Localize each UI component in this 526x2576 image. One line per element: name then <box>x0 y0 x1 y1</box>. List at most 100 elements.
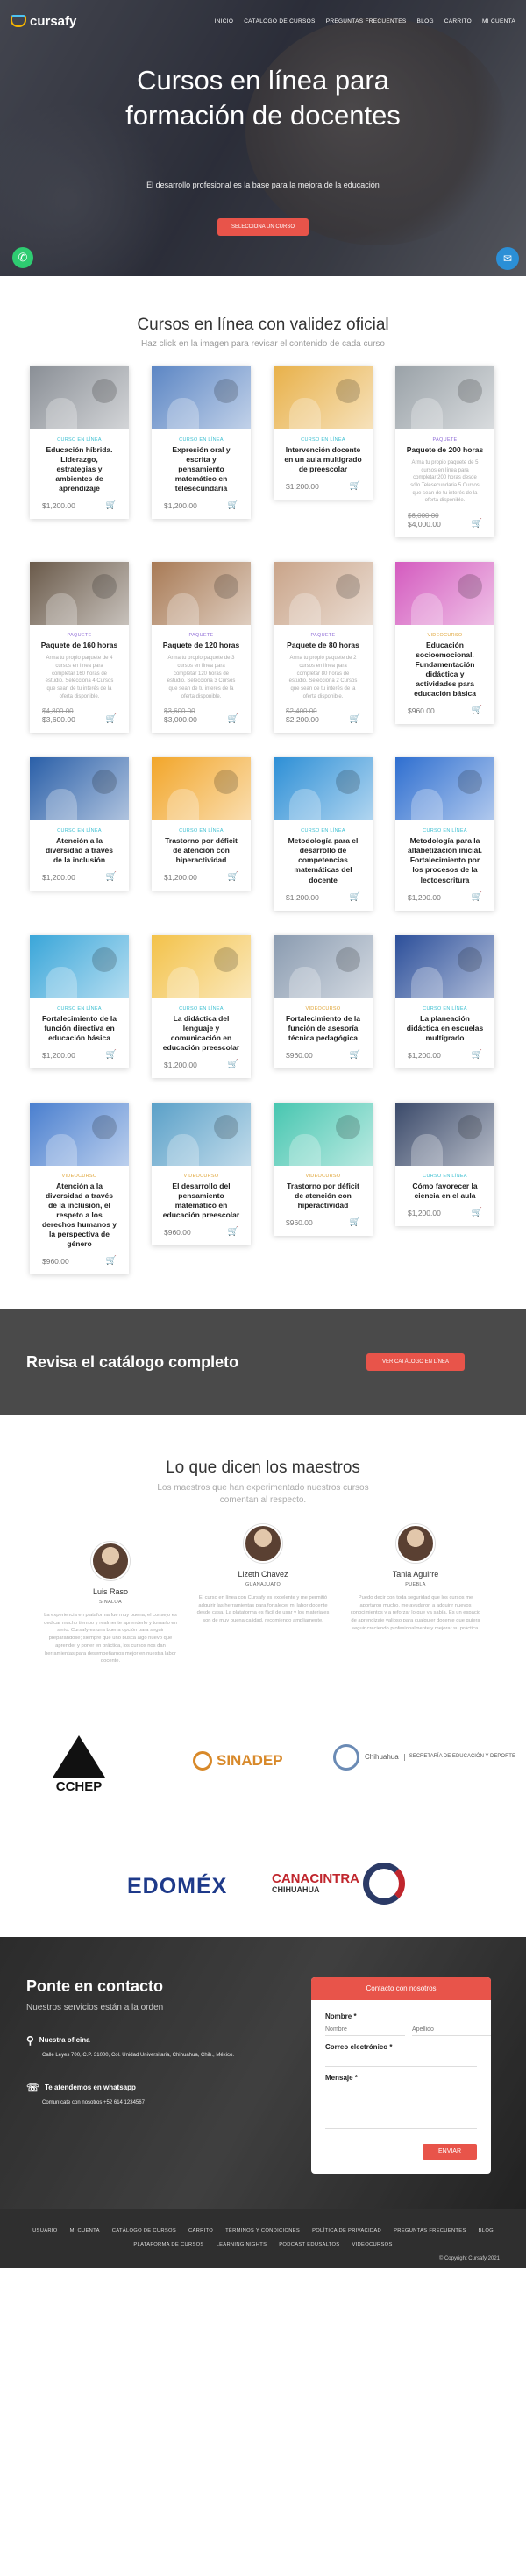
course-title[interactable]: Metodología para el desarrollo de compet… <box>274 834 373 884</box>
course-thumbnail[interactable] <box>30 934 129 998</box>
add-to-cart-icon[interactable]: 🛒 <box>228 1060 238 1069</box>
course-card[interactable]: VIDEOCURSO El desarrollo del pensamiento … <box>152 1102 251 1245</box>
footer-link-terminos[interactable]: TÉRMINOS Y CONDICIONES <box>225 2228 300 2233</box>
select-course-button[interactable]: SELECCIONA UN CURSO <box>217 218 309 236</box>
course-card[interactable]: PAQUETE Paquete de 80 horas Arma tu propio… <box>274 562 373 734</box>
nav-item-carrito[interactable]: CARRITO <box>444 18 472 25</box>
course-title[interactable]: Paquete de 160 horas <box>30 638 129 650</box>
course-thumbnail[interactable] <box>395 366 494 429</box>
chat-icon[interactable]: ✉ <box>496 247 519 270</box>
course-thumbnail[interactable] <box>30 1102 129 1166</box>
footer-link-learning-nights[interactable]: LEARNING NIGHTS <box>217 2242 267 2247</box>
course-thumbnail[interactable] <box>395 1102 494 1166</box>
footer-link-privacidad[interactable]: POLÍTICA DE PRIVACIDAD <box>312 2228 381 2233</box>
add-to-cart-icon[interactable]: 🛒 <box>350 1050 360 1060</box>
add-to-cart-icon[interactable]: 🛒 <box>472 892 482 902</box>
course-card[interactable]: CURSO EN LÍNEA La planeación didáctica en… <box>395 934 494 1068</box>
add-to-cart-icon[interactable]: 🛒 <box>106 1050 117 1060</box>
course-thumbnail[interactable] <box>30 366 129 429</box>
course-thumbnail[interactable] <box>152 562 251 626</box>
course-thumbnail[interactable] <box>274 934 373 998</box>
course-card[interactable]: VIDEOCURSO Atención a la diversidad a tra… <box>30 1102 129 1275</box>
course-thumbnail[interactable] <box>274 366 373 429</box>
course-card[interactable]: CURSO EN LÍNEA Atención a la diversidad a… <box>30 757 129 891</box>
course-title[interactable]: Atención a la diversidad a través de la … <box>30 834 129 865</box>
course-thumbnail[interactable] <box>274 1102 373 1166</box>
course-thumbnail[interactable] <box>152 366 251 429</box>
email-field[interactable] <box>325 2054 477 2067</box>
add-to-cart-icon[interactable]: 🛒 <box>350 481 360 491</box>
course-thumbnail[interactable] <box>395 934 494 998</box>
add-to-cart-icon[interactable]: 🛒 <box>472 1208 482 1217</box>
footer-link-carrito[interactable]: CARRITO <box>188 2228 213 2233</box>
course-title[interactable]: Paquete de 80 horas <box>274 638 373 650</box>
course-title[interactable]: Expresión oral y escrita y pensamiento m… <box>152 443 251 493</box>
footer-link-catalogo[interactable]: CATÁLOGO DE CURSOS <box>112 2228 176 2233</box>
course-card[interactable]: CURSO EN LÍNEA Expresión oral y escrita y… <box>152 366 251 520</box>
course-title[interactable]: Educación híbrida. Liderazgo, estrategia… <box>30 443 129 493</box>
add-to-cart-icon[interactable]: 🛒 <box>106 500 117 510</box>
footer-link-blog[interactable]: BLOG <box>479 2228 494 2233</box>
view-catalog-button[interactable]: VER CATÁLOGO EN LÍNEA <box>366 1353 465 1372</box>
footer-link-mi-cuenta[interactable]: MI CUENTA <box>70 2228 100 2233</box>
nav-item-blog[interactable]: BLOG <box>417 18 434 25</box>
course-title[interactable]: La didáctica del lenguaje y comunicación… <box>152 1011 251 1053</box>
course-thumbnail[interactable] <box>395 757 494 821</box>
course-title[interactable]: Paquete de 120 horas <box>152 638 251 650</box>
add-to-cart-icon[interactable]: 🛒 <box>228 1227 238 1237</box>
add-to-cart-icon[interactable]: 🛒 <box>350 1217 360 1227</box>
course-card[interactable]: PAQUETE Paquete de 200 horas Arma tu propi… <box>395 366 494 538</box>
course-card[interactable]: CURSO EN LÍNEA Educación híbrida. Lideraz… <box>30 366 129 520</box>
course-card[interactable]: CURSO EN LÍNEA Fortalecimiento de la func… <box>30 934 129 1068</box>
first-name-field[interactable] <box>325 2023 405 2036</box>
course-card[interactable]: CURSO EN LÍNEA Cómo favorecer la ciencia … <box>395 1102 494 1226</box>
course-thumbnail[interactable] <box>274 562 373 626</box>
nav-item-mi-cuenta[interactable]: MI CUENTA <box>482 18 515 25</box>
add-to-cart-icon[interactable]: 🛒 <box>106 872 117 882</box>
course-thumbnail[interactable] <box>30 562 129 626</box>
footer-link-faq[interactable]: PREGUNTAS FRECUENTES <box>394 2228 466 2233</box>
last-name-field[interactable] <box>412 2023 491 2036</box>
course-thumbnail[interactable] <box>274 757 373 821</box>
add-to-cart-icon[interactable]: 🛒 <box>228 714 238 724</box>
course-card[interactable]: VIDEOCURSO Trastorno por déficit de atenc… <box>274 1102 373 1236</box>
course-title[interactable]: Atención a la diversidad a través de la … <box>30 1179 129 1249</box>
footer-link-podcast[interactable]: PODCAST EDUSALTOS <box>279 2242 339 2247</box>
course-title[interactable]: Fortalecimiento de la función de asesorí… <box>274 1011 373 1043</box>
course-card[interactable]: CURSO EN LÍNEA Metodología para la alfabe… <box>395 757 494 911</box>
course-card[interactable]: VIDEOCURSO Educación socioemocional. Fund… <box>395 562 494 725</box>
add-to-cart-icon[interactable]: 🛒 <box>228 500 238 510</box>
course-card[interactable]: CURSO EN LÍNEA Trastorno por déficit de a… <box>152 757 251 891</box>
course-thumbnail[interactable] <box>30 757 129 821</box>
course-card[interactable]: CURSO EN LÍNEA La didáctica del lenguaje … <box>152 934 251 1078</box>
whatsapp-number[interactable]: Comunícate con nosotros +52 614 1234567 <box>26 2099 245 2107</box>
course-title[interactable]: Cómo favorecer la ciencia en el aula <box>395 1179 494 1201</box>
add-to-cart-icon[interactable]: 🛒 <box>106 714 117 724</box>
logo[interactable]: cursafy <box>11 14 76 29</box>
course-card[interactable]: PAQUETE Paquete de 120 horas Arma tu propi… <box>152 562 251 734</box>
course-title[interactable]: Trastorno por déficit de atención con hi… <box>274 1179 373 1210</box>
footer-link-plataforma[interactable]: PLATAFORMA DE CURSOS <box>133 2242 203 2247</box>
course-title[interactable]: Educación socioemocional. Fundamentación… <box>395 638 494 699</box>
course-thumbnail[interactable] <box>152 757 251 821</box>
course-title[interactable]: Metodología para la alfabetización inici… <box>395 834 494 884</box>
add-to-cart-icon[interactable]: 🛒 <box>350 714 360 724</box>
add-to-cart-icon[interactable]: 🛒 <box>228 872 238 882</box>
message-field[interactable] <box>325 2084 477 2129</box>
course-card[interactable]: CURSO EN LÍNEA Intervención docente en un… <box>274 366 373 500</box>
course-title[interactable]: El desarrollo del pensamiento matemático… <box>152 1179 251 1220</box>
course-card[interactable]: PAQUETE Paquete de 160 horas Arma tu propi… <box>30 562 129 734</box>
course-card[interactable]: CURSO EN LÍNEA Metodología para el desarr… <box>274 757 373 911</box>
course-title[interactable]: La planeación didáctica en escuelas mult… <box>395 1011 494 1043</box>
add-to-cart-icon[interactable]: 🛒 <box>472 519 482 529</box>
whatsapp-icon[interactable]: ✆ <box>12 247 33 268</box>
course-title[interactable]: Paquete de 200 horas <box>395 443 494 455</box>
nav-item-inicio[interactable]: INICIO <box>215 18 234 25</box>
course-title[interactable]: Intervención docente en un aula multigra… <box>274 443 373 474</box>
course-thumbnail[interactable] <box>152 934 251 998</box>
add-to-cart-icon[interactable]: 🛒 <box>472 706 482 715</box>
add-to-cart-icon[interactable]: 🛒 <box>350 892 360 902</box>
footer-link-videocursos[interactable]: VIDEOCURSOS <box>352 2242 392 2247</box>
nav-item-catalogo[interactable]: CATÁLOGO DE CURSOS <box>244 18 316 25</box>
course-thumbnail[interactable] <box>395 562 494 626</box>
